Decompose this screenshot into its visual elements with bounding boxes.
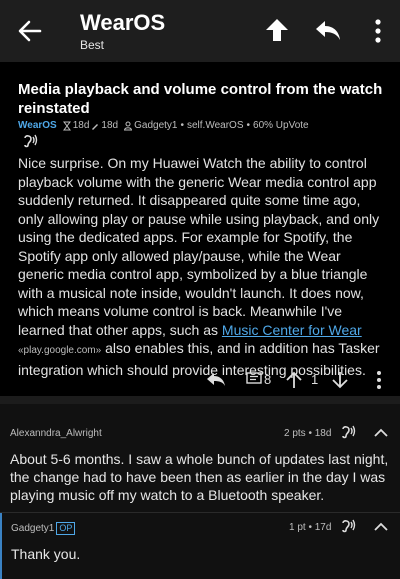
reply-icon[interactable]	[206, 371, 226, 387]
listen-icon[interactable]	[340, 519, 356, 533]
hourglass-icon	[62, 121, 71, 130]
collapse-chevron-icon[interactable]	[374, 428, 388, 438]
post-title[interactable]: Media playback and volume control from t…	[18, 80, 388, 118]
app-title: WearOS	[80, 10, 166, 35]
post-age: 18d	[72, 120, 90, 131]
post-author[interactable]: Gadgety1	[134, 120, 177, 131]
music-center-link[interactable]: Music Center for Wear	[222, 322, 362, 338]
downvote-arrow-icon[interactable]	[332, 371, 348, 389]
comment-author[interactable]: Alexanndra_Alwright	[10, 428, 102, 439]
comment-text: Thank you.	[11, 546, 81, 562]
comment-author[interactable]: Gadgety1	[11, 523, 54, 534]
upvote-ratio: 60% UpVote	[253, 120, 309, 131]
app-bar: WearOS Best	[0, 0, 400, 62]
more-vert-icon[interactable]	[372, 16, 384, 46]
comment-count: 8	[264, 372, 272, 387]
more-vert-icon[interactable]	[376, 370, 382, 390]
post-card: Media playback and volume control from t…	[0, 62, 400, 396]
post-edited: 18d	[101, 120, 119, 131]
post-body: Nice surprise. On my Huawei Watch the ab…	[18, 154, 388, 379]
comment-item[interactable]: Alexanndra_Alwright 2 pts • 18d About 5-…	[0, 404, 400, 513]
upvote-arrow-icon[interactable]	[286, 371, 302, 389]
post-body-text-1: Nice surprise. On my Huawei Watch the ab…	[18, 155, 380, 338]
section-separator	[0, 396, 400, 404]
post-meta: WearOS 18d 18d Gadgety1 • self.WearOS • …	[18, 120, 309, 131]
post-actions: 8 1	[0, 368, 400, 392]
comment-text: About 5-6 months. I saw a whole bunch of…	[10, 451, 389, 503]
listen-icon[interactable]	[22, 134, 38, 148]
user-icon	[124, 121, 133, 130]
subreddit-label[interactable]: WearOS	[18, 120, 57, 131]
sort-subtitle[interactable]: Best	[80, 38, 104, 52]
collapse-chevron-icon[interactable]	[374, 522, 388, 532]
listen-icon[interactable]	[340, 425, 356, 439]
upvote-arrow-icon[interactable]	[264, 17, 290, 43]
reply-icon[interactable]	[314, 17, 342, 43]
comment-info: 1 pt • 17d	[289, 522, 332, 533]
post-score: 1	[311, 372, 319, 387]
comments-icon[interactable]	[246, 372, 262, 386]
link-domain: «play.google.com»	[18, 345, 102, 356]
back-arrow-icon[interactable]	[16, 17, 44, 45]
op-badge: OP	[56, 522, 76, 535]
comment-author-row: Gadgety1 OP	[11, 522, 76, 535]
edit-pencil-icon	[92, 123, 99, 130]
comment-item[interactable]: Gadgety1 OP 1 pt • 17d Thank you.	[0, 513, 400, 579]
post-flair: self.WearOS	[187, 120, 244, 131]
comment-info: 2 pts • 18d	[284, 428, 332, 439]
